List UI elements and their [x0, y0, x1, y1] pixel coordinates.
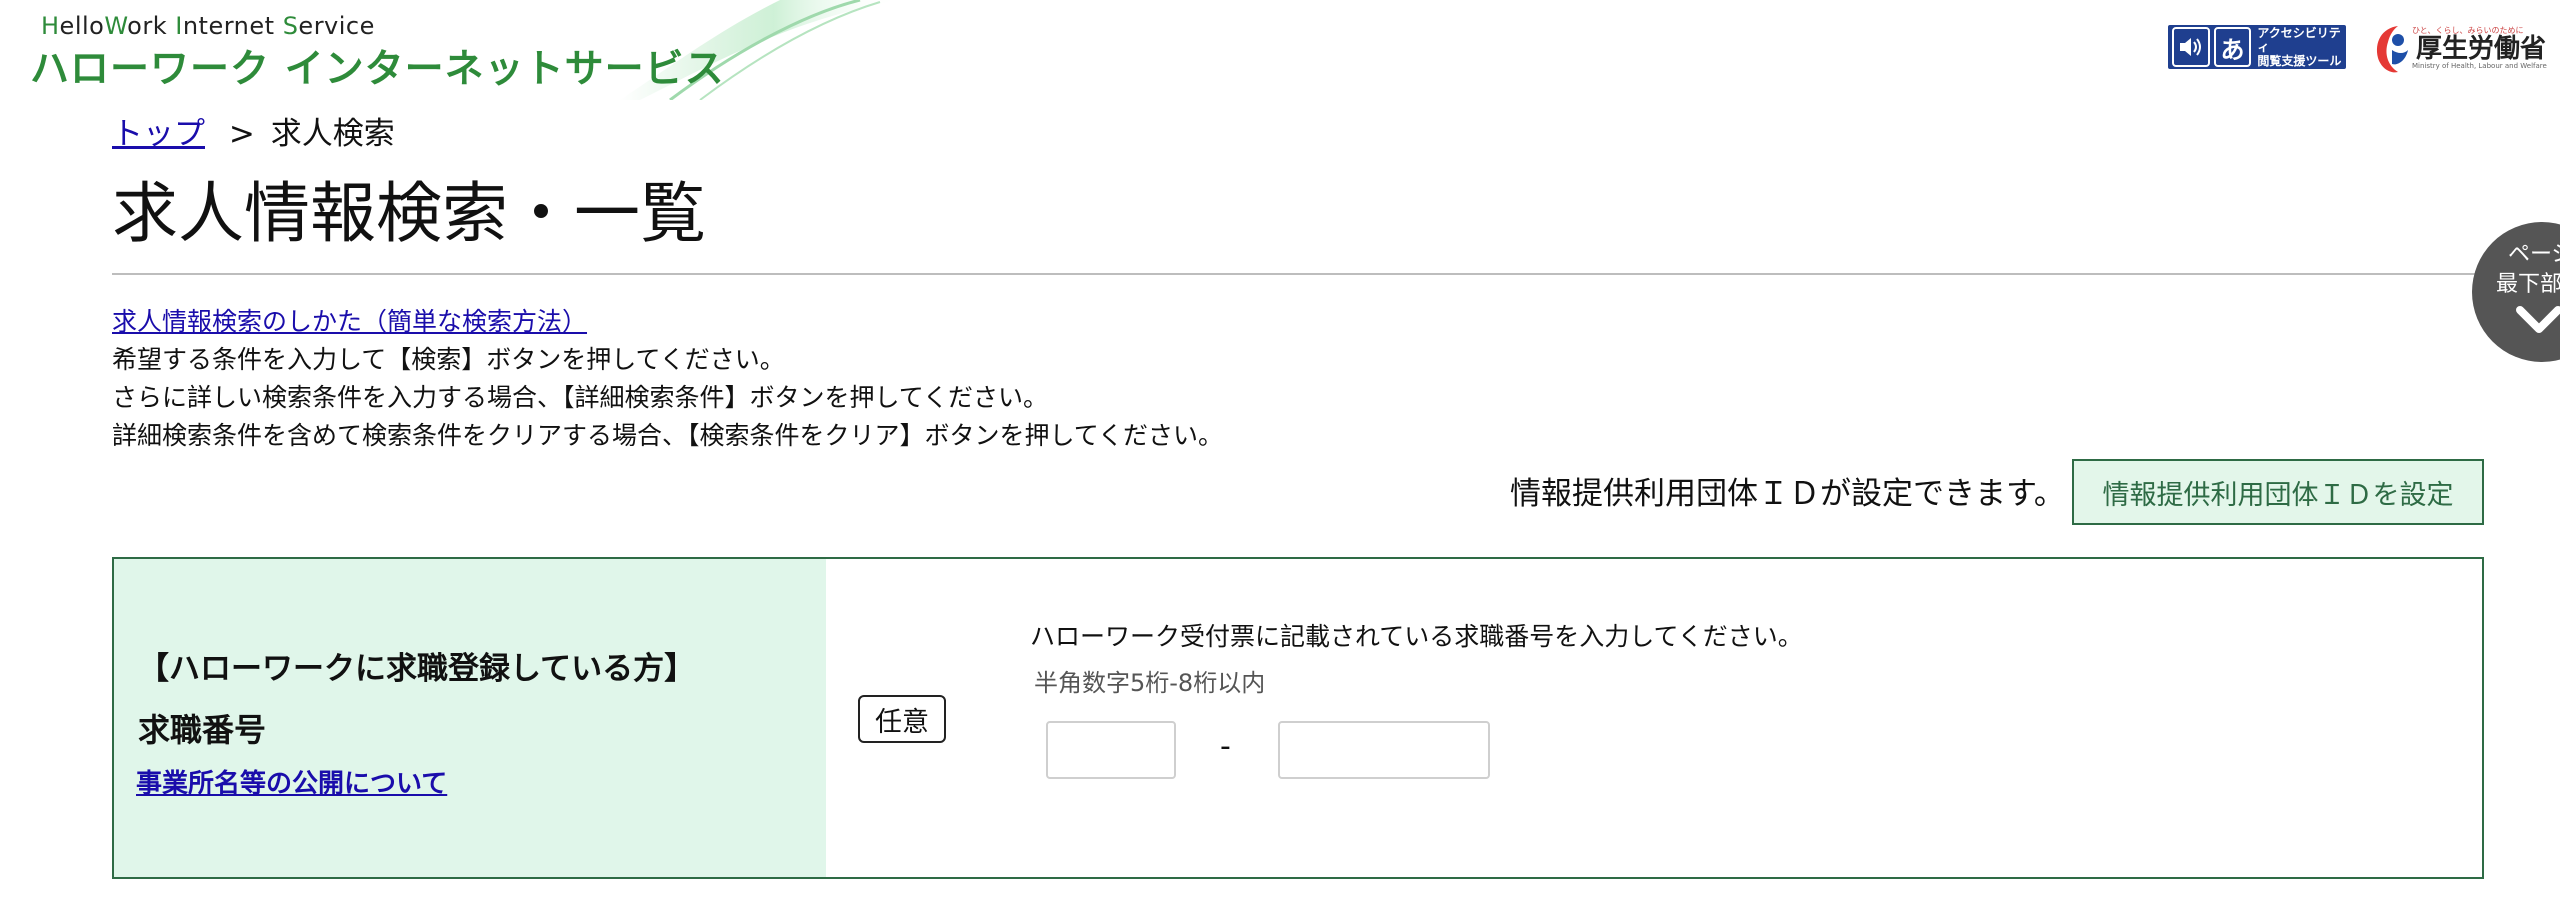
hiragana-a-icon: あ — [2213, 27, 2252, 67]
optional-badge: 任意 — [858, 695, 946, 743]
ministry-logo[interactable]: ひと、くらし、みらいのために 厚生労働省 Ministry of Health,… — [2368, 18, 2547, 78]
disclosure-link[interactable]: 事業所名等の公開について — [136, 763, 447, 800]
title-divider — [112, 273, 2560, 275]
search-howto-link[interactable]: 求人情報検索のしかた（簡単な検索方法） — [112, 302, 587, 338]
breadcrumb-separator: > — [228, 116, 255, 152]
instruction-line: さらに詳しい検索条件を入力する場合、【詳細検索条件】ボタンを押してください。 — [112, 383, 1049, 412]
job-seeker-number-second-input[interactable] — [1278, 721, 1490, 779]
accessibility-tool-button[interactable]: あ アクセシビリティ 閲覧支援ツール — [2168, 25, 2346, 69]
instruction-line: 希望する条件を入力して【検索】ボタンを押してください。 — [112, 345, 785, 374]
field-description: ハローワーク受付票に記載されている求職番号を入力してください。 — [1030, 622, 1803, 651]
chevron-down-icon — [2516, 306, 2560, 333]
set-org-id-button[interactable]: 情報提供利用団体ＩＤを設定 — [2072, 459, 2484, 525]
field-hint: 半角数字5桁-8桁以内 — [1034, 669, 1266, 697]
scroll-to-bottom-button[interactable]: ページ 最下部へ — [2472, 222, 2560, 362]
org-id-notice: 情報提供利用団体ＩＤが設定できます。 — [1510, 476, 2065, 512]
breadcrumb-home-link[interactable]: トップ — [112, 116, 205, 152]
scroll-button-label: 最下部へ — [2496, 272, 2560, 297]
number-separator: - — [1220, 729, 1231, 764]
logo-japanese[interactable]: ハローワーク インターネットサービス — [30, 38, 725, 94]
ministry-name-en: Ministry of Health, Labour and Welfare — [2412, 61, 2547, 70]
logo-english[interactable]: HelloWork Internet Service — [41, 12, 375, 40]
page-title: 求人情報検索・一覧 — [112, 175, 706, 252]
ministry-name: 厚生労働省 — [2416, 33, 2547, 64]
scroll-button-label: ページ — [2508, 242, 2560, 267]
job-seeker-number-row: 【ハローワークに求職登録している方】 求職番号 事業所名等の公開について 任意 … — [112, 557, 2484, 879]
job-seeker-number-first-input[interactable] — [1046, 721, 1176, 779]
speaker-icon — [2172, 27, 2210, 67]
site-header: HelloWork Internet Service ハローワーク インターネッ… — [0, 0, 2560, 100]
group-title: 【ハローワークに求職登録している方】 — [138, 651, 696, 687]
instruction-line: 詳細検索条件を含めて検索条件をクリアする場合、【検索条件をクリア】ボタンを押して… — [112, 421, 1224, 450]
ministry-mark-icon — [2376, 26, 2408, 73]
field-label-cell: 【ハローワークに求職登録している方】 求職番号 事業所名等の公開について — [114, 559, 826, 877]
field-label: 求職番号 — [138, 711, 267, 749]
breadcrumb-current: 求人検索 — [270, 116, 395, 152]
accessibility-tool-label: アクセシビリティ 閲覧支援ツール — [2257, 26, 2342, 68]
breadcrumb: トップ > 求人検索 — [112, 108, 395, 153]
